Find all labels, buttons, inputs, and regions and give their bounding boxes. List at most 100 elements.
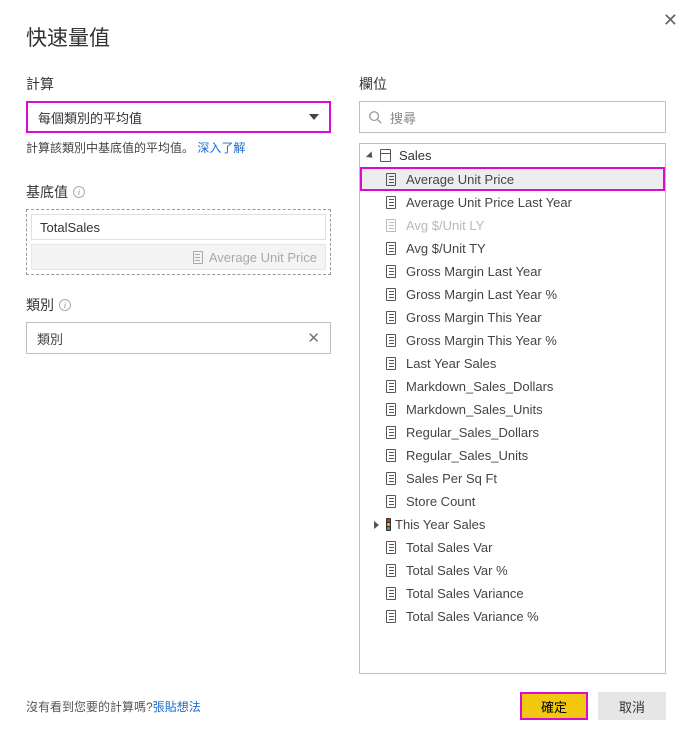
calculator-icon — [386, 610, 396, 623]
base-value-dropzone[interactable]: TotalSales Average Unit Price — [26, 209, 331, 275]
calculator-icon — [386, 311, 396, 324]
field-row[interactable]: Avg $/Unit LY — [360, 214, 665, 237]
category-input[interactable]: 類別 ✕ — [26, 322, 331, 354]
calculator-icon — [386, 587, 396, 600]
field-row[interactable]: Average Unit Price — [360, 167, 665, 191]
expand-icon — [374, 521, 379, 529]
calculator-icon — [386, 357, 396, 370]
field-label: Gross Margin This Year % — [406, 333, 557, 348]
field-label: Last Year Sales — [406, 356, 496, 371]
calculator-icon — [386, 334, 396, 347]
table-node-sales[interactable]: Sales — [360, 144, 665, 167]
calculation-dropdown[interactable]: 每個類別的平均值 — [26, 101, 331, 133]
category-label-text: 類別 — [26, 295, 54, 315]
field-label: Sales Per Sq Ft — [406, 471, 497, 486]
fields-section-label: 欄位 — [359, 74, 666, 94]
search-placeholder: 搜尋 — [390, 108, 416, 127]
field-row[interactable]: Gross Margin Last Year % — [360, 283, 665, 306]
field-row[interactable]: Gross Margin This Year % — [360, 329, 665, 352]
calculator-icon — [386, 564, 396, 577]
field-row[interactable]: Last Year Sales — [360, 352, 665, 375]
table-icon — [380, 149, 391, 162]
calculator-icon — [386, 426, 396, 439]
calculator-icon — [386, 403, 396, 416]
base-value-drag-preview[interactable]: Average Unit Price — [31, 244, 326, 270]
info-icon[interactable]: i — [59, 299, 71, 311]
field-label: Total Sales Var — [406, 540, 492, 555]
category-label: 類別 i — [26, 295, 331, 315]
dialog-title: 快速量值 — [26, 22, 666, 52]
field-row[interactable]: Regular_Sales_Units — [360, 444, 665, 467]
category-value: 類別 — [37, 329, 63, 348]
cancel-button[interactable]: 取消 — [598, 692, 666, 720]
field-label: This Year Sales — [395, 517, 485, 532]
field-row[interactable]: This Year Sales — [360, 513, 665, 536]
help-desc: 計算該類別中基底值的平均值。 — [26, 141, 197, 155]
calculator-icon — [386, 472, 396, 485]
field-row[interactable]: Total Sales Variance % — [360, 605, 665, 628]
calc-label-text: 計算 — [26, 74, 54, 94]
base-value-label: 基底值 i — [26, 182, 331, 202]
fields-tree[interactable]: Sales Average Unit Price Average Unit Pri… — [359, 143, 666, 674]
footer-buttons: 確定 取消 — [520, 692, 666, 720]
quick-measure-dialog: ✕ 快速量值 計算 每個類別的平均值 計算該類別中基底值的平均值。 深入了解 基… — [0, 0, 692, 742]
field-row[interactable]: Store Count — [360, 490, 665, 513]
expand-icon — [366, 151, 375, 160]
field-row[interactable]: Average Unit Price Last Year — [360, 191, 665, 214]
dialog-footer: 沒有看到您要的計算嗎?張貼想法 確定 取消 — [26, 674, 666, 720]
field-row[interactable]: Sales Per Sq Ft — [360, 467, 665, 490]
field-row[interactable]: Gross Margin Last Year — [360, 260, 665, 283]
field-label: Store Count — [406, 494, 475, 509]
base-value-chip[interactable]: TotalSales — [31, 214, 326, 240]
learn-more-link[interactable]: 深入了解 — [197, 141, 245, 155]
post-idea-link[interactable]: 張貼想法 — [153, 700, 201, 714]
calculator-icon — [386, 242, 396, 255]
fields-label-text: 欄位 — [359, 74, 387, 94]
footer-help-text: 沒有看到您要的計算嗎?張貼想法 — [26, 698, 201, 715]
ok-button[interactable]: 確定 — [520, 692, 588, 720]
calculation-dropdown-value: 每個類別的平均值 — [38, 108, 142, 127]
calc-section-label: 計算 — [26, 74, 331, 94]
left-column: 計算 每個類別的平均值 計算該類別中基底值的平均值。 深入了解 基底值 i To… — [26, 74, 331, 674]
drag-preview-text: Average Unit Price — [209, 250, 317, 265]
calculator-icon — [386, 173, 396, 186]
field-row[interactable]: Gross Margin This Year — [360, 306, 665, 329]
calculator-icon — [386, 219, 396, 232]
field-row[interactable]: Avg $/Unit TY — [360, 237, 665, 260]
calculator-icon — [386, 288, 396, 301]
field-row[interactable]: Regular_Sales_Dollars — [360, 421, 665, 444]
close-icon[interactable]: ✕ — [663, 10, 678, 31]
calculator-icon — [386, 380, 396, 393]
calculator-icon — [386, 541, 396, 554]
field-label: Regular_Sales_Units — [406, 448, 528, 463]
field-row[interactable]: Markdown_Sales_Units — [360, 398, 665, 421]
field-row[interactable]: Total Sales Variance — [360, 582, 665, 605]
field-label: Gross Margin Last Year — [406, 264, 542, 279]
right-column: 欄位 搜尋 Sales Average Unit Price Average Un… — [359, 74, 666, 674]
info-icon[interactable]: i — [73, 186, 85, 198]
footer-question: 沒有看到您要的計算嗎? — [26, 700, 153, 714]
field-label: Total Sales Var % — [406, 563, 508, 578]
base-value-chip-text: TotalSales — [40, 220, 100, 235]
search-input[interactable]: 搜尋 — [359, 101, 666, 133]
calculator-icon — [386, 196, 396, 209]
field-label: Avg $/Unit LY — [406, 218, 484, 233]
kpi-icon — [386, 518, 391, 531]
calculator-icon — [386, 449, 396, 462]
field-label: Gross Margin Last Year % — [406, 287, 557, 302]
field-row[interactable]: Total Sales Var — [360, 536, 665, 559]
field-label: Total Sales Variance % — [406, 609, 539, 624]
field-label: Avg $/Unit TY — [406, 241, 486, 256]
base-value-text: 基底值 — [26, 182, 68, 202]
dialog-columns: 計算 每個類別的平均值 計算該類別中基底值的平均值。 深入了解 基底值 i To… — [26, 74, 666, 674]
field-label: Total Sales Variance — [406, 586, 524, 601]
search-icon — [368, 110, 382, 124]
table-name: Sales — [399, 148, 432, 163]
calc-help-text: 計算該類別中基底值的平均值。 深入了解 — [26, 139, 331, 156]
clear-icon[interactable]: ✕ — [307, 329, 320, 347]
calculator-icon — [193, 251, 203, 264]
field-label: Average Unit Price — [406, 172, 514, 187]
field-row[interactable]: Markdown_Sales_Dollars — [360, 375, 665, 398]
field-row[interactable]: Total Sales Var % — [360, 559, 665, 582]
field-label: Markdown_Sales_Dollars — [406, 379, 553, 394]
